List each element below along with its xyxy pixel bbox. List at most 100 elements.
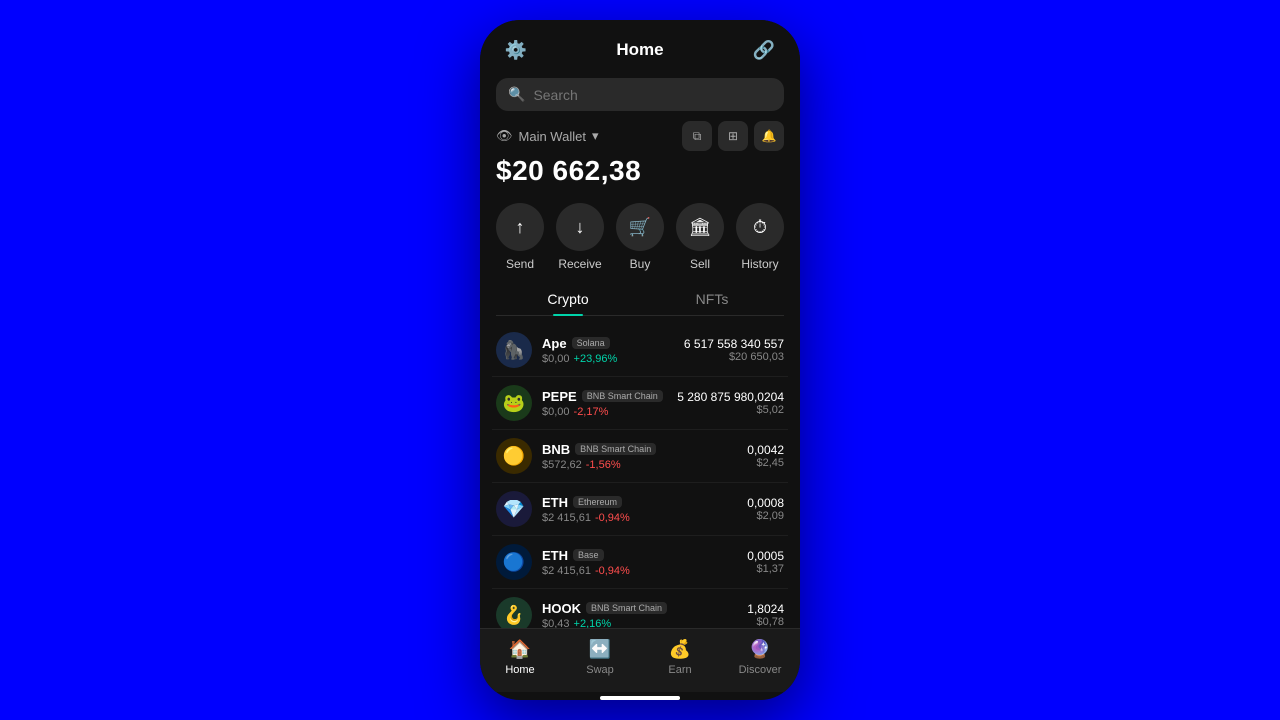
crypto-name-row-4: ETH Base bbox=[542, 548, 747, 563]
connect-button[interactable]: 🔗 bbox=[748, 34, 780, 66]
crypto-list: 🦍 Ape Solana $0,00 +23,96% 6 517 558 340… bbox=[480, 324, 800, 628]
crypto-info-5: HOOK BNB Smart Chain $0,43 +2,16% bbox=[542, 601, 747, 629]
sell-label: Sell bbox=[690, 257, 710, 271]
crypto-values-1: 5 280 875 980,0204 $5,02 bbox=[677, 390, 784, 416]
sell-action[interactable]: 🏛 Sell bbox=[676, 203, 724, 271]
crypto-values-4: 0,0005 $1,37 bbox=[747, 549, 784, 575]
crypto-usd-1: $5,02 bbox=[677, 404, 784, 416]
eye-icon: 👁 bbox=[496, 128, 513, 144]
nav-discover[interactable]: 🔮 Discover bbox=[720, 637, 800, 676]
crypto-item-eth-3[interactable]: 💎 ETH Ethereum $2 415,61 -0,94% 0,0008 $… bbox=[492, 483, 788, 536]
crypto-price-row-0: $0,00 +23,96% bbox=[542, 353, 684, 365]
crypto-amount-4: 0,0005 bbox=[747, 549, 784, 563]
crypto-item-bnb-2[interactable]: 🟡 BNB BNB Smart Chain $572,62 -1,56% 0,0… bbox=[492, 430, 788, 483]
crypto-name-row-1: PEPE BNB Smart Chain bbox=[542, 389, 677, 404]
crypto-amount-1: 5 280 875 980,0204 bbox=[677, 390, 784, 404]
crypto-change-2: -1,56% bbox=[586, 459, 621, 471]
crypto-price-3: $2 415,61 bbox=[542, 512, 591, 524]
crypto-item-ape-0[interactable]: 🦍 Ape Solana $0,00 +23,96% 6 517 558 340… bbox=[492, 324, 788, 377]
quick-actions: ↑ Send ↓ Receive 🛒 Buy 🏛 Sell ⏱ History bbox=[480, 195, 800, 283]
crypto-price-4: $2 415,61 bbox=[542, 565, 591, 577]
history-icon: ⏱ bbox=[736, 203, 784, 251]
buy-label: Buy bbox=[630, 257, 651, 271]
nav-home[interactable]: 🏠 Home bbox=[480, 637, 560, 676]
crypto-chain-0: Solana bbox=[572, 337, 610, 349]
search-icon: 🔍 bbox=[508, 86, 525, 103]
settings-button[interactable]: ⚙️ bbox=[500, 34, 532, 66]
nav-earn[interactable]: 💰 Earn bbox=[640, 637, 720, 676]
crypto-chain-4: Base bbox=[573, 549, 604, 561]
nav-discover-label: Discover bbox=[739, 664, 782, 676]
wallet-balance: $20 662,38 bbox=[496, 155, 784, 187]
nav-swap-label: Swap bbox=[586, 664, 614, 676]
crypto-usd-4: $1,37 bbox=[747, 563, 784, 575]
crypto-name-5: HOOK bbox=[542, 601, 581, 616]
send-action[interactable]: ↑ Send bbox=[496, 203, 544, 271]
crypto-logo-2: 🟡 bbox=[496, 438, 532, 474]
app-header: ⚙️ Home 🔗 bbox=[480, 20, 800, 74]
crypto-usd-3: $2,09 bbox=[747, 510, 784, 522]
crypto-name-row-5: HOOK BNB Smart Chain bbox=[542, 601, 747, 616]
crypto-logo-1: 🐸 bbox=[496, 385, 532, 421]
crypto-change-4: -0,94% bbox=[595, 565, 630, 577]
bell-button[interactable]: 🔔 bbox=[754, 121, 784, 151]
home-indicator bbox=[600, 696, 680, 700]
crypto-chain-1: BNB Smart Chain bbox=[582, 390, 663, 402]
crypto-price-row-3: $2 415,61 -0,94% bbox=[542, 512, 747, 524]
crypto-amount-5: 1,8024 bbox=[747, 602, 784, 616]
search-input[interactable] bbox=[533, 87, 772, 103]
header-title: Home bbox=[616, 40, 663, 60]
crypto-logo-0: 🦍 bbox=[496, 332, 532, 368]
crypto-price-2: $572,62 bbox=[542, 459, 582, 471]
nav-earn-label: Earn bbox=[668, 664, 691, 676]
wallet-name[interactable]: 👁 Main Wallet ▾ bbox=[496, 128, 598, 144]
crypto-usd-5: $0,78 bbox=[747, 616, 784, 628]
crypto-price-row-2: $572,62 -1,56% bbox=[542, 459, 747, 471]
crypto-chain-5: BNB Smart Chain bbox=[586, 602, 667, 614]
crypto-price-row-4: $2 415,61 -0,94% bbox=[542, 565, 747, 577]
buy-action[interactable]: 🛒 Buy bbox=[616, 203, 664, 271]
history-action[interactable]: ⏱ History bbox=[736, 203, 784, 271]
tab-crypto[interactable]: Crypto bbox=[496, 283, 640, 315]
crypto-values-2: 0,0042 $2,45 bbox=[747, 443, 784, 469]
crypto-info-2: BNB BNB Smart Chain $572,62 -1,56% bbox=[542, 442, 747, 471]
crypto-logo-3: 💎 bbox=[496, 491, 532, 527]
bottom-nav: 🏠 Home ↔️ Swap 💰 Earn 🔮 Discover bbox=[480, 628, 800, 692]
crypto-change-3: -0,94% bbox=[595, 512, 630, 524]
crypto-price-row-1: $0,00 -2,17% bbox=[542, 406, 677, 418]
crypto-name-row-2: BNB BNB Smart Chain bbox=[542, 442, 747, 457]
crypto-change-5: +2,16% bbox=[574, 618, 612, 629]
crypto-item-hook-5[interactable]: 🪝 HOOK BNB Smart Chain $0,43 +2,16% 1,80… bbox=[492, 589, 788, 628]
qr-button[interactable]: ⊞ bbox=[718, 121, 748, 151]
tab-nfts[interactable]: NFTs bbox=[640, 283, 784, 315]
crypto-amount-0: 6 517 558 340 557 bbox=[684, 337, 784, 351]
crypto-item-pepe-1[interactable]: 🐸 PEPE BNB Smart Chain $0,00 -2,17% 5 28… bbox=[492, 377, 788, 430]
asset-tabs: Crypto NFTs bbox=[496, 283, 784, 316]
receive-label: Receive bbox=[558, 257, 601, 271]
history-label: History bbox=[741, 257, 778, 271]
crypto-amount-2: 0,0042 bbox=[747, 443, 784, 457]
copy-button[interactable]: ⧉ bbox=[682, 121, 712, 151]
earn-icon: 💰 bbox=[668, 637, 692, 661]
wallet-section: 👁 Main Wallet ▾ ⧉ ⊞ 🔔 $20 662,38 bbox=[480, 121, 800, 195]
chevron-down-icon: ▾ bbox=[592, 128, 599, 144]
wallet-actions: ⧉ ⊞ 🔔 bbox=[682, 121, 784, 151]
receive-action[interactable]: ↓ Receive bbox=[556, 203, 604, 271]
crypto-price-5: $0,43 bbox=[542, 618, 570, 629]
crypto-name-3: ETH bbox=[542, 495, 568, 510]
swap-icon: ↔️ bbox=[588, 637, 612, 661]
send-icon: ↑ bbox=[496, 203, 544, 251]
search-bar[interactable]: 🔍 bbox=[496, 78, 784, 111]
crypto-name-row-3: ETH Ethereum bbox=[542, 495, 747, 510]
crypto-info-4: ETH Base $2 415,61 -0,94% bbox=[542, 548, 747, 577]
crypto-values-0: 6 517 558 340 557 $20 650,03 bbox=[684, 337, 784, 363]
nav-swap[interactable]: ↔️ Swap bbox=[560, 637, 640, 676]
crypto-info-1: PEPE BNB Smart Chain $0,00 -2,17% bbox=[542, 389, 677, 418]
crypto-usd-2: $2,45 bbox=[747, 457, 784, 469]
crypto-name-0: Ape bbox=[542, 336, 567, 351]
crypto-chain-3: Ethereum bbox=[573, 496, 622, 508]
crypto-item-eth-4[interactable]: 🔵 ETH Base $2 415,61 -0,94% 0,0005 $1,37 bbox=[492, 536, 788, 589]
discover-icon: 🔮 bbox=[748, 637, 772, 661]
crypto-chain-2: BNB Smart Chain bbox=[575, 443, 656, 455]
crypto-name-4: ETH bbox=[542, 548, 568, 563]
